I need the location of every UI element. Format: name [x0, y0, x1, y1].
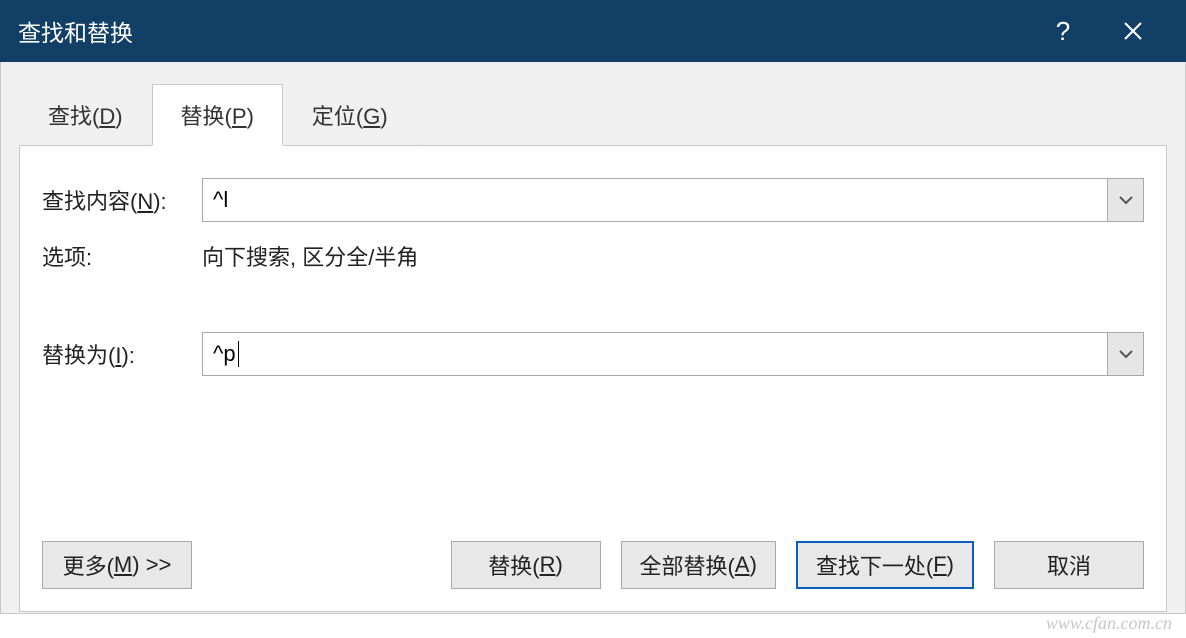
tab-label: 定位(G) [312, 104, 388, 129]
dialog-title: 查找和替换 [18, 14, 1028, 48]
find-next-button[interactable]: 查找下一处(F) [796, 541, 974, 589]
titlebar: 查找和替换 ? [0, 0, 1186, 62]
find-combo [202, 178, 1144, 222]
replace-all-button[interactable]: 全部替换(A) [621, 541, 776, 589]
replace-combo: ^p [202, 332, 1144, 376]
close-icon [1123, 21, 1143, 41]
tab-label: 替换(P) [181, 104, 254, 129]
options-row: 选项: 向下搜索, 区分全/半角 [42, 240, 1144, 272]
find-row: 查找内容(N): [42, 178, 1144, 222]
tab-find[interactable]: 查找(D) [19, 84, 152, 146]
tab-strip: 查找(D) 替换(P) 定位(G) [19, 84, 1167, 146]
tab-label: 查找(D) [48, 104, 123, 129]
chevron-down-icon [1118, 349, 1134, 359]
chevron-down-icon [1118, 195, 1134, 205]
tab-panel-replace: 查找内容(N): 选项: 向下搜索, 区分全/半角 替换为(I): ^p [19, 146, 1167, 612]
find-input[interactable] [203, 179, 1107, 221]
replace-dropdown-button[interactable] [1107, 333, 1143, 375]
find-dropdown-button[interactable] [1107, 179, 1143, 221]
options-label: 选项: [42, 240, 202, 272]
help-button[interactable]: ? [1028, 0, 1098, 62]
button-row: 更多(M) >> 替换(R) 全部替换(A) 查找下一处(F) 取消 [42, 541, 1144, 589]
replace-button[interactable]: 替换(R) [451, 541, 601, 589]
more-button[interactable]: 更多(M) >> [42, 541, 192, 589]
replace-label: 替换为(I): [42, 338, 202, 370]
find-label: 查找内容(N): [42, 184, 202, 216]
text-cursor [238, 341, 239, 367]
close-button[interactable] [1098, 0, 1168, 62]
cancel-button[interactable]: 取消 [994, 541, 1144, 589]
dialog-body: 查找(D) 替换(P) 定位(G) 查找内容(N): 选项: 向下搜索, 区分全… [0, 62, 1186, 614]
options-value: 向下搜索, 区分全/半角 [202, 240, 418, 272]
watermark: www.cfan.com.cn [1046, 613, 1172, 634]
replace-row: 替换为(I): ^p [42, 332, 1144, 376]
replace-input[interactable]: ^p [203, 333, 1107, 375]
tab-replace[interactable]: 替换(P) [152, 84, 283, 146]
tab-goto[interactable]: 定位(G) [283, 84, 417, 146]
